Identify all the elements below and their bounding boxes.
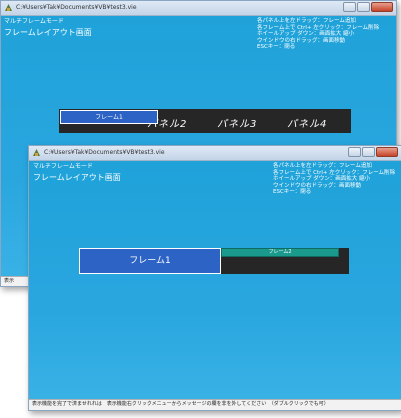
frame-1-label: フレーム1: [95, 114, 123, 121]
screen-title: フレームレイアウト画面: [33, 173, 121, 182]
status-text: 表示: [4, 278, 15, 284]
panel-3[interactable]: パネル3: [217, 115, 257, 130]
status-bar: 表示機能を完了で済ませれれは 表示機能右クリックメニューからメッセージの欄を非を…: [29, 399, 401, 410]
front-window-titlebar[interactable]: C:¥Users¥Tak¥Documents¥VB¥test3.vie: [29, 146, 401, 161]
panel-4[interactable]: パネル4: [287, 115, 327, 130]
frame-1[interactable]: フレーム1: [79, 248, 221, 274]
help-line: ESCキー：閉る: [257, 44, 296, 50]
app-name: マルチフレームモード: [4, 18, 64, 25]
minimize-button[interactable]: [348, 147, 361, 157]
maximize-button[interactable]: [357, 2, 370, 12]
minimize-button[interactable]: [343, 2, 356, 12]
window-title: C:¥Users¥Tak¥Documents¥VB¥test3.vie: [16, 4, 137, 11]
back-window-titlebar[interactable]: C:¥Users¥Tak¥Documents¥VB¥test3.vie: [1, 1, 396, 16]
app-icon: [5, 4, 12, 11]
close-button[interactable]: [376, 147, 398, 157]
status-text: 表示機能を完了で済ませれれは 表示機能右クリックメニューからメッセージの欄を非を…: [32, 401, 329, 407]
front-window[interactable]: C:¥Users¥Tak¥Documents¥VB¥test3.vie マルチフ…: [28, 145, 401, 411]
frame-1-label: フレーム1: [129, 256, 171, 266]
frame-2[interactable]: フレーム2: [221, 248, 339, 257]
window-title: C:¥Users¥Tak¥Documents¥VB¥test3.vie: [44, 149, 165, 156]
screen-title: フレームレイアウト画面: [4, 28, 92, 37]
frame-2-label: フレーム2: [268, 249, 292, 255]
app-icon: [33, 149, 40, 156]
help-line: ESCキー：閉る: [273, 189, 312, 195]
frame-1[interactable]: フレーム1: [60, 110, 158, 124]
help-text: 各パネル上を左ドラッグ：フレーム追加 各フレーム上で Ctrl+ 左クリック：フ…: [273, 163, 395, 196]
app-name: マルチフレームモード: [33, 163, 93, 170]
close-button[interactable]: [371, 2, 393, 12]
maximize-button[interactable]: [362, 147, 375, 157]
front-window-client[interactable]: マルチフレームモード フレームレイアウト画面 各パネル上を左ドラッグ：フレーム追…: [29, 161, 401, 410]
help-text: 各パネル上を左ドラッグ：フレーム追加 各フレーム上で Ctrl+ 左クリック：フ…: [257, 18, 379, 51]
